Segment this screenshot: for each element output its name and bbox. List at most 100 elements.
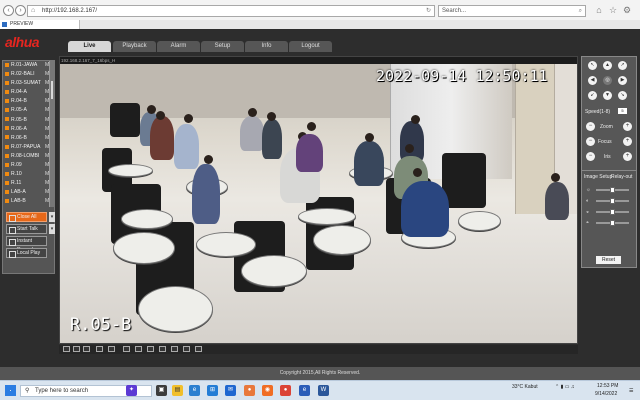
notification-icon[interactable]: ☰ [629, 388, 633, 394]
focus-in-button[interactable]: + [623, 137, 632, 146]
camera-status-icon [5, 80, 9, 85]
close-all-button[interactable]: Close All [6, 212, 47, 222]
ptz-down-right-icon[interactable]: ↘ [618, 91, 627, 100]
address-bar[interactable]: http://192.168.2.167/ ↻ [27, 5, 435, 17]
record-icon[interactable] [183, 346, 190, 352]
camera-list-item[interactable]: LAB-B M [3, 197, 51, 206]
nav-live[interactable]: Live [68, 41, 111, 52]
address-text: http://192.168.2.167/ [42, 8, 98, 14]
layout-64-icon[interactable] [147, 346, 154, 352]
refresh-icon[interactable]: ↻ [426, 6, 431, 16]
mail-icon[interactable]: ✉ [225, 385, 236, 396]
iris-open-button[interactable]: + [623, 152, 632, 161]
camera-list-item[interactable]: R.05-B M [3, 116, 51, 125]
start-talk-dropdown[interactable]: ▾ [49, 224, 55, 234]
camera-status-icon [5, 144, 9, 149]
close-all-dropdown[interactable]: ▾ [49, 212, 55, 222]
ptz-down-icon[interactable]: ▼ [603, 91, 612, 100]
ptz-up-right-icon[interactable]: ↗ [618, 61, 627, 70]
layout-36-icon[interactable] [135, 346, 142, 352]
layout-1-icon[interactable] [63, 346, 70, 352]
layout-4-icon[interactable] [73, 346, 80, 352]
ptz-up-icon[interactable]: ▲ [603, 61, 612, 70]
app-icon-orange[interactable]: ● [244, 385, 255, 396]
home-icon[interactable]: ⌂ [594, 5, 604, 15]
audio-icon[interactable] [195, 346, 202, 352]
fullscreen-icon[interactable] [159, 346, 166, 352]
camera-list-scrollbar[interactable] [49, 61, 54, 207]
camera-list-item[interactable]: R.09 M [3, 161, 51, 170]
forward-button[interactable]: › [15, 5, 26, 16]
start-talk-button[interactable]: Start Talk [6, 224, 47, 234]
ptz-right-icon[interactable]: ▶ [618, 76, 627, 85]
camera-status-icon [5, 135, 9, 140]
image-setup-panel: Image Setup Relay-out ☼ ◐ ◒ ◓ Reset [581, 170, 637, 268]
camera-status-icon [5, 89, 9, 94]
camera-list-item[interactable]: R.01-JAWA M [3, 61, 51, 70]
windows-store-icon[interactable]: ⊞ [207, 385, 218, 396]
camera-list-item[interactable]: R.06-B M [3, 134, 51, 143]
iris-close-button[interactable]: − [586, 152, 595, 161]
live-video-viewport[interactable]: 192.168.2.167_7_16bps_H 2022-09-14 12:50… [59, 56, 578, 344]
weather-status[interactable]: 33°C Kabut [512, 384, 538, 390]
ptz-speed-select[interactable]: 5 [618, 108, 627, 114]
chrome-icon[interactable]: ● [280, 385, 291, 396]
camera-list-item[interactable]: R.06-A M [3, 125, 51, 134]
taskbar-time[interactable]: 12:53 PM [597, 383, 618, 389]
camera-list-item[interactable]: R.04-B M [3, 97, 51, 106]
contrast-slider[interactable] [596, 198, 629, 204]
layout-9-icon[interactable] [96, 346, 103, 352]
windows-start-icon[interactable] [5, 385, 16, 396]
ptz-center-icon[interactable]: ◎ [603, 76, 612, 85]
browser-tab-preview[interactable]: PREVIEW [0, 20, 80, 29]
task-view-icon[interactable]: ▣ [156, 385, 167, 396]
ptz-up-left-icon[interactable]: ↖ [588, 61, 597, 70]
internet-explorer-icon[interactable]: e [299, 385, 310, 396]
layout-8-icon[interactable] [83, 346, 90, 352]
search-icon[interactable]: ⌕ [579, 6, 582, 16]
saturation-slider[interactable] [596, 209, 629, 215]
settings-gear-icon[interactable]: ⚙ [622, 5, 632, 15]
nav-playback[interactable]: Playback [113, 41, 156, 52]
word-icon[interactable]: W [318, 385, 329, 396]
camera-list-item[interactable]: R.10 M [3, 170, 51, 179]
scroll-thumb[interactable] [51, 81, 53, 99]
instant-record-button[interactable]: Instant Record [6, 236, 47, 253]
firefox-icon[interactable]: ◉ [262, 385, 273, 396]
camera-list-item[interactable]: LAB-CM [3, 207, 51, 208]
camera-list-item[interactable]: R.07-PAPUA M [3, 143, 51, 152]
camera-list-item[interactable]: R.05-A M [3, 106, 51, 115]
browser-search-box[interactable]: Search... ⌕ [438, 5, 586, 17]
camera-list-item[interactable]: LAB-A M [3, 188, 51, 197]
focus-out-button[interactable]: − [586, 137, 595, 146]
ptz-down-left-icon[interactable]: ↙ [588, 91, 597, 100]
nav-setup[interactable]: Setup [201, 41, 244, 52]
search-highlight-icon[interactable]: ✦ [126, 385, 137, 396]
taskbar-date[interactable]: 9/14/2022 [595, 391, 617, 397]
brightness-slider[interactable] [596, 187, 629, 193]
camera-list-item[interactable]: R.04-A M [3, 88, 51, 97]
back-button[interactable]: ‹ [3, 5, 14, 16]
favorites-star-icon[interactable]: ☆ [608, 5, 618, 15]
image-reset-button[interactable]: Reset [596, 256, 621, 264]
ptz-left-icon[interactable]: ◀ [588, 76, 597, 85]
layout-16-icon[interactable] [108, 346, 115, 352]
camera-list[interactable]: R.01-JAWA M R.02-BALI M R.03-SUMAT M R.04-A M R.… [3, 61, 51, 207]
zoom-in-button[interactable]: + [623, 122, 632, 131]
zoom-out-button[interactable]: − [586, 122, 595, 131]
nav-info[interactable]: Info [245, 41, 288, 52]
nav-alarm[interactable]: Alarm [157, 41, 200, 52]
file-explorer-icon[interactable]: ▤ [172, 385, 183, 396]
camera-list-item[interactable]: R.02-BALI M [3, 70, 51, 79]
nav-logout[interactable]: Logout [289, 41, 332, 52]
camera-list-item[interactable]: R.08-LOMBI M [3, 152, 51, 161]
local-play-button[interactable]: Local Play [6, 248, 47, 258]
hue-slider[interactable] [596, 220, 629, 226]
brightness-icon: ☼ [586, 187, 591, 193]
camera-list-item[interactable]: R.11 M [3, 179, 51, 188]
system-tray-icons[interactable]: ⌃ ▮ ▭ ♫ [555, 384, 575, 390]
snapshot-icon[interactable] [171, 346, 178, 352]
edge-browser-icon[interactable]: e [189, 385, 200, 396]
camera-list-item[interactable]: R.03-SUMAT M [3, 79, 51, 88]
layout-25-icon[interactable] [123, 346, 130, 352]
